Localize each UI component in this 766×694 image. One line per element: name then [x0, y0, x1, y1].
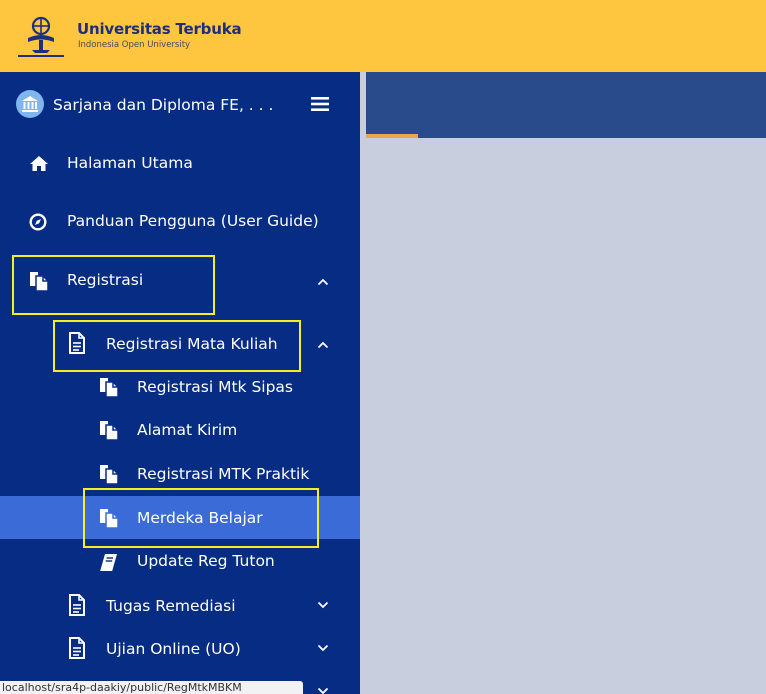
app-header: Universitas Terbuka Indonesia Open Unive…: [0, 0, 766, 72]
sidebar-item-registrasi-mtk-praktik[interactable]: Registrasi MTK Praktik: [0, 453, 360, 497]
chevron-down-icon[interactable]: [317, 688, 329, 694]
status-bar-url: localhost/sra4p-daakiy/public/RegMtkMBKM: [0, 681, 303, 694]
page-topbar: [366, 72, 766, 138]
sidebar-item-registrasi-mtk-sipas[interactable]: Registrasi Mtk Sipas: [0, 366, 360, 410]
sidebar-item-merdeka-belajar[interactable]: Merdeka Belajar: [0, 496, 360, 540]
copy-documents-icon: [100, 378, 119, 398]
sidebar-item-label: Merdeka Belajar: [137, 509, 263, 527]
chevron-down-icon: [317, 644, 329, 652]
sidebar-item-ujian-online[interactable]: Ujian Online (UO): [0, 627, 360, 671]
university-emblem-icon: [18, 16, 64, 57]
sidebar-item-label: Update Reg Tuton: [137, 552, 275, 570]
brand-tagline: Indonesia Open University: [78, 40, 191, 50]
home-icon: [30, 156, 48, 171]
copy-documents-icon: [100, 421, 119, 441]
sidebar-item-label: Registrasi Mtk Sipas: [137, 378, 293, 396]
compass-icon: [29, 213, 47, 231]
faculty-label: Sarjana dan Diploma FE, . . .: [53, 96, 274, 114]
chevron-up-icon: [317, 278, 329, 286]
sidebar-item-home[interactable]: Halaman Utama: [0, 142, 360, 186]
sidebar-item-label: Ujian Online (UO): [106, 640, 241, 658]
document-icon: [69, 332, 85, 354]
document-icon: [69, 594, 85, 616]
sidebar-item-label: Registrasi MTK Praktik: [137, 465, 310, 483]
chevron-down-icon: [317, 601, 329, 609]
sidebar-item-label: Panduan Pengguna (User Guide): [67, 212, 319, 230]
sidebar-item-update-reg-tuton[interactable]: Update Reg Tuton: [0, 540, 360, 584]
chevron-up-icon: [317, 341, 329, 349]
sidebar-item-registrasi-mata-kuliah[interactable]: Registrasi Mata Kuliah: [0, 322, 360, 366]
copy-documents-icon: [100, 465, 119, 485]
status-url-text: localhost/sra4p-daakiy/public/RegMtkMBKM: [2, 681, 242, 694]
hamburger-menu-icon[interactable]: [310, 96, 330, 112]
sidebar-item-user-guide[interactable]: Panduan Pengguna (User Guide): [0, 200, 360, 244]
sidebar-item-tugas-remediasi[interactable]: Tugas Remediasi: [0, 584, 360, 628]
sidebar-item-label: Registrasi Mata Kuliah: [106, 335, 278, 353]
brand-name[interactable]: Universitas Terbuka: [77, 20, 242, 38]
document-icon: [69, 637, 85, 659]
institution-icon: [16, 90, 44, 118]
sidebar-item-label: Alamat Kirim: [137, 421, 238, 439]
copy-documents-icon: [100, 509, 119, 529]
main-content: [366, 138, 766, 694]
sidebar-item-registrasi[interactable]: Registrasi: [0, 259, 360, 303]
copy-documents-icon: [30, 272, 49, 292]
sidebar-item-label: Halaman Utama: [67, 154, 193, 172]
sidebar-item-alamat-kirim[interactable]: Alamat Kirim: [0, 409, 360, 453]
sidebar-faculty-selector[interactable]: Sarjana dan Diploma FE, . . .: [0, 84, 360, 128]
book-icon: [100, 554, 117, 571]
sidebar-item-label: Registrasi: [67, 271, 144, 289]
sidebar-item-label: Tugas Remediasi: [106, 597, 236, 615]
